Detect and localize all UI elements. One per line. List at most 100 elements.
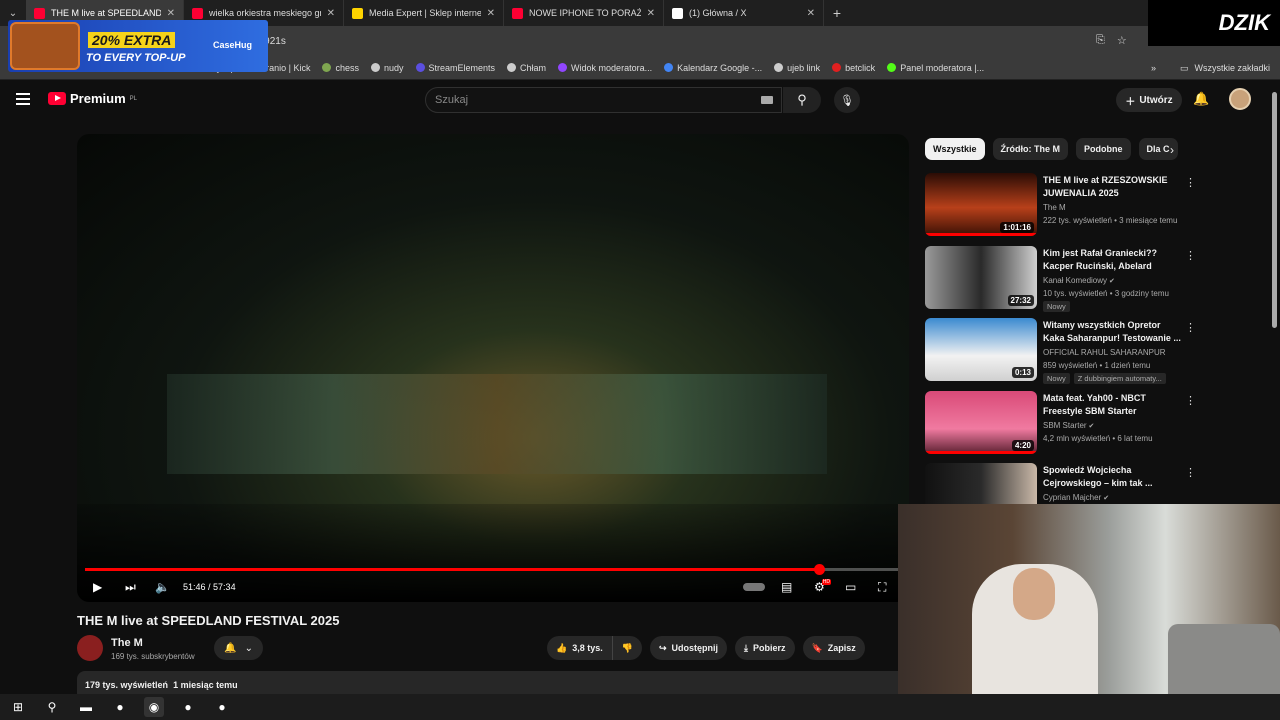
theater-mode-button[interactable]: ▭ [845, 577, 856, 597]
filter-chip[interactable]: Podobne [1076, 138, 1131, 160]
chrome-icon[interactable]: ◉ [144, 697, 164, 717]
bookmark-item[interactable]: nudy [370, 63, 404, 73]
recommendation-meta: 10 tys. wyświetleń • 3 godziny temu [1043, 288, 1169, 298]
verified-check-icon: ✔ [1101, 495, 1110, 502]
more-options-icon[interactable]: ⋮ [1185, 249, 1196, 262]
download-label: Pobierz [753, 643, 786, 653]
app-icon[interactable]: ● [110, 697, 130, 717]
bookmark-item[interactable]: betclick [832, 63, 875, 73]
bookmarks-more-button[interactable]: » [1151, 63, 1156, 73]
video-thumbnail[interactable]: 4:20 [925, 390, 1037, 454]
bookmark-favicon-icon [370, 63, 380, 72]
recommendation-title: Kim jest Rafał Graniecki?? Kacper Rucińs… [1043, 247, 1158, 271]
bookmark-item[interactable]: Widok moderatora... [558, 63, 652, 73]
video-thumbnail[interactable]: 27:32 [925, 245, 1037, 309]
overlay-ad-banner: 20% EXTRA TO EVERY TOP-UP CaseHug [8, 20, 268, 72]
verified-check-icon: ✔ [1086, 422, 1095, 430]
tab-favicon-icon [192, 7, 203, 19]
recommendation-title: Mata feat. Yah00 - NBCT Freestyle SBM St… [1043, 392, 1146, 416]
bookmark-item[interactable]: Chłam [507, 63, 546, 73]
filter-chip[interactable]: Wszystkie [925, 138, 985, 160]
tab-close-icon[interactable]: ✕ [327, 8, 335, 19]
search-icon[interactable]: ⚲ [42, 697, 62, 717]
tab-close-icon[interactable]: ✕ [167, 8, 175, 19]
url-input[interactable]: t=1921s [250, 30, 1140, 52]
recommendation-channel[interactable]: The M [1043, 203, 1066, 212]
more-options-icon[interactable]: ⋮ [1185, 394, 1196, 407]
mute-button[interactable]: 🔈 [155, 577, 170, 597]
seek-bar[interactable] [85, 564, 901, 575]
more-options-icon[interactable]: ⋮ [1185, 321, 1196, 334]
bookmark-favicon-icon [887, 63, 897, 72]
dislike-button[interactable]: 👎 [612, 636, 642, 660]
badge-row: Nowy Z dubbingiem automaty... [1043, 373, 1166, 384]
recommendation-channel[interactable]: SBM Starter ✔ [1043, 421, 1094, 430]
watched-progress-bar [925, 450, 1037, 454]
more-options-icon[interactable]: ⋮ [1185, 466, 1196, 479]
like-button[interactable]: 👍 3,8 tys. [547, 636, 613, 660]
filter-chip[interactable]: Źródło: The M [992, 138, 1069, 160]
video-thumbnail[interactable]: 1:01:16 [925, 173, 1037, 236]
voice-search-button[interactable]: 🎙 [834, 87, 860, 113]
recommendation-channel[interactable]: OFFICIAL RAHUL SAHARANPUR [1043, 348, 1166, 357]
bookmark-item[interactable]: ujeb link [774, 63, 820, 73]
tab-close-icon[interactable]: ✕ [647, 8, 655, 19]
browser-tab[interactable]: Media Expert | Sklep internetow ✕ [344, 0, 504, 26]
status-badge: Z dubbingiem automaty... [1073, 373, 1166, 384]
new-tab-button[interactable]: + [824, 5, 850, 21]
search-button[interactable]: ⚲ [783, 87, 821, 113]
page-scrollbar[interactable] [1272, 92, 1277, 328]
download-button[interactable]: ⤓ Pobierz [735, 636, 795, 660]
tab-title: wielka orkiestra meskiego grani [209, 8, 321, 18]
channel-name[interactable]: The M [111, 637, 143, 649]
channel-avatar[interactable] [77, 635, 103, 661]
next-button[interactable]: ⏭ [125, 577, 136, 597]
subscription-bell-button[interactable]: 🔔 ⌄ [214, 636, 263, 660]
app-icon[interactable]: ● [178, 697, 198, 717]
recommendation-item[interactable]: 4:20 Mata feat. Yah00 - NBCT Freestyle SB… [925, 390, 1275, 464]
recommendation-title: THE M live at RZESZOWSKIE JUWENALIA 2025 [1043, 175, 1168, 198]
hamburger-menu-icon[interactable] [16, 93, 30, 105]
view-count: 179 tys. wyświetleń [85, 680, 169, 690]
bookmark-label: StreamElements [428, 62, 496, 73]
status-badge: Nowy [1043, 373, 1070, 384]
share-button[interactable]: ↪ Udostępnij [649, 636, 728, 660]
keyboard-icon[interactable] [761, 96, 773, 104]
duration-badge: 0:13 [1011, 367, 1034, 378]
app-icon[interactable]: ● [212, 697, 232, 717]
tab-close-icon[interactable]: ✕ [487, 8, 495, 19]
browser-tab[interactable]: NOWE IPHONE TO PORAŻKA? ✕ [504, 0, 664, 26]
fullscreen-button[interactable]: ⛶ [878, 577, 886, 597]
recommendation-item[interactable]: 27:32 Kim jest Rafał Graniecki?? Kacper R… [925, 245, 1275, 319]
autoplay-toggle[interactable] [743, 577, 765, 597]
chevron-right-icon[interactable]: › [1170, 143, 1174, 157]
all-bookmarks-button[interactable]: Wszystkie zakładki [1194, 63, 1270, 73]
bookmark-item[interactable]: StreamElements [415, 62, 496, 73]
windows-icon[interactable]: ⊞ [8, 697, 28, 717]
file-explorer-icon[interactable]: ▬ [76, 697, 96, 717]
bookmark-item[interactable]: Kalendarz Google -... [664, 63, 762, 73]
recommendation-channel[interactable]: Cyprian Majcher ✔ [1043, 493, 1109, 502]
bookmark-item[interactable]: Panel moderatora |... [887, 63, 984, 73]
youtube-logo[interactable]: Premium PL [48, 91, 137, 106]
bookmark-item[interactable]: chess [322, 63, 359, 73]
bookmark-star-icon[interactable]: ☆ [1117, 34, 1127, 47]
more-options-icon[interactable]: ⋮ [1185, 176, 1196, 189]
save-button[interactable]: 🔖 Zapisz [802, 636, 865, 660]
subtitles-button[interactable]: ▤ [781, 577, 792, 597]
recommendation-item[interactable]: 0:13 Witamy wszystkich Opretor Kaka Sahar… [925, 318, 1275, 391]
search-input[interactable]: Szukaj [425, 87, 782, 113]
user-avatar[interactable] [1229, 88, 1251, 110]
browser-tab[interactable]: (1) Główna / X ✕ [664, 0, 824, 26]
notifications-bell-icon[interactable]: 🔔 [1193, 91, 1209, 107]
video-player[interactable]: ▶ ⏭ 🔈 51:46 / 57:34 ▤ ⚙ HD ▭ ⛶ [77, 134, 909, 602]
recommendation-meta: 222 tys. wyświetleń • 3 miesiące temu [1043, 216, 1178, 225]
play-button[interactable]: ▶ [93, 577, 102, 597]
create-button[interactable]: ＋ Utwórz [1116, 88, 1182, 112]
settings-button[interactable]: ⚙ HD [814, 577, 831, 597]
install-app-icon[interactable]: ⎘ [1096, 34, 1105, 47]
recommendation-item[interactable]: 1:01:16 THE M live at RZESZOWSKIE JUWENAL… [925, 173, 1275, 246]
video-thumbnail[interactable]: 0:13 [925, 318, 1037, 381]
recommendation-channel[interactable]: Kanał Komediowy ✔ [1043, 276, 1115, 285]
tab-close-icon[interactable]: ✕ [807, 8, 815, 19]
